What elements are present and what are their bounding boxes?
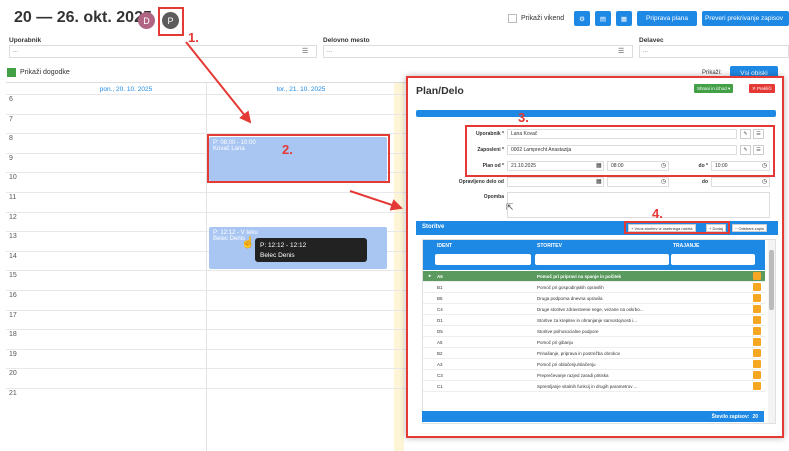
arrow [185,41,252,124]
scrollbar[interactable] [768,240,775,423]
plan-delo-modal: Plan/Delo Shrani in izhod ▾ ✕ Prekliči U… [406,76,784,438]
table-row[interactable]: D1 Storitve za krepitev in ohranjanje sam… [423,315,765,326]
edit-row-icon[interactable] [753,294,761,302]
table-header: IDENT STORITEV TRAJANJE [423,240,765,270]
arrow [349,190,403,211]
opomba-textarea[interactable] [507,192,770,218]
button-label: Odstrani zapis [738,225,765,231]
cell-storitev: Storitve psihosocialne podpore [537,328,599,334]
cell-ident: C4 [437,306,443,312]
cell-ident: C1 [437,383,443,389]
edit-row-icon[interactable] [753,272,761,280]
table-row[interactable]: B2 Prinašanje, priprava in postrežba obro… [423,348,765,359]
count-value: 20 [752,413,758,420]
cell-storitev: Storitve za krepitev in ohranjanje samos… [537,317,638,323]
modal-title: Plan/Delo [416,85,464,97]
filter-trajanje-input[interactable] [671,254,755,265]
table-footer: Število zapisov: 20 [422,411,764,422]
calendar-icon[interactable]: ▦ [596,178,602,185]
edit-row-icon[interactable] [753,305,761,313]
edit-row-icon[interactable] [753,327,761,335]
cell-storitev: Pomoč pri pripravi na spanje in počitek [537,273,622,279]
table-row[interactable]: A5 Pomoč pri gibanju [423,337,765,348]
annotation-box [465,125,775,177]
opravljeno-do-label: do [701,179,708,185]
cell-storitev: Spremljanje vitalnih funkcij in drugih p… [537,383,638,389]
table-row[interactable]: ▸ A6 Pomoč pri pripravi na spanje in počit… [423,271,765,282]
cell-ident: D1 [437,317,443,323]
cell-storitev: Pomoč pri gibanju [537,339,574,345]
cursor-icon: ⇱ [506,202,514,212]
cell-ident: A5 [437,339,443,345]
odstrani-button[interactable]: − Odstrani zapis [732,224,768,232]
table-body: ▸ A6 Pomoč pri pripravi na spanje in počit… [423,271,765,392]
column-header[interactable]: STORITEV [537,243,562,249]
cell-ident: A6 [437,273,443,279]
scrollbar-thumb[interactable] [769,250,774,310]
table-row[interactable]: B5 Druga podporna dnevna opravila [423,293,765,304]
row-marker: ▸ [428,273,432,278]
button-label: Prekliči [757,86,772,91]
table-row[interactable]: C1 Spremljanje vitalnih funkcij in drugih… [423,381,765,392]
button-label: Shrani in izhod [697,86,727,91]
storitve-title: Storitve [422,224,445,230]
annotation-box [624,221,730,234]
cell-ident: B1 [437,284,443,290]
edit-row-icon[interactable] [753,360,761,368]
table-row[interactable]: D5 Storitve psihosocialne podpore [423,326,765,337]
clock-icon[interactable]: ◷ [661,178,666,185]
opravljeno-label: Opravljeno delo od [458,179,504,185]
edit-row-icon[interactable] [753,338,761,346]
clock-icon[interactable]: ◷ [762,178,767,185]
cell-storitev: Druga podporna dnevna opravila [537,295,603,301]
annotation-label: 4. [652,206,663,221]
table-row[interactable]: C3 Preprečevanje razjed zaradi pritiska [423,370,765,381]
storitve-table: IDENT STORITEV TRAJANJE ▸ A6 Pomoč pri pri… [422,239,776,424]
table-row[interactable]: B1 Pomoč pri gospodinjskih opravilih [423,282,765,293]
column-header[interactable]: TRAJANJE [673,243,699,249]
column-header[interactable]: IDENT [437,243,452,249]
filter-storitev-input[interactable] [535,254,669,265]
opravljeno-od-time[interactable] [607,177,669,187]
cell-ident: A3 [437,361,443,367]
table-row[interactable]: A3 Pomoč pri oblačenju/slačenju [423,359,765,370]
cell-storitev: Druge storitve zdravstvene nege, vezane … [537,306,644,312]
section-bar [416,110,776,117]
cell-storitev: Preprečevanje razjed zaradi pritiska [537,372,609,378]
filter-ident-input[interactable] [435,254,531,265]
edit-row-icon[interactable] [753,316,761,324]
cell-ident: C3 [437,372,443,378]
opravljeno-od-date[interactable] [507,177,604,187]
cell-ident: B2 [437,350,443,356]
annotation-label: 3. [518,110,529,125]
cell-storitev: Pomoč pri gospodinjskih opravilih [537,284,604,290]
cell-ident: B5 [437,295,443,301]
opomba-label: Opomba [483,194,504,200]
table-row[interactable]: C4 Druge storitve zdravstvene nege, vezan… [423,304,765,315]
cell-ident: D5 [437,328,443,334]
cell-storitev: Pomoč pri oblačenju/slačenju [537,361,596,367]
edit-row-icon[interactable] [753,371,761,379]
save-exit-button[interactable]: Shrani in izhod ▾ [694,84,734,93]
cancel-button[interactable]: ✕ Prekliči [749,84,775,93]
count-label: Število zapisov: [711,413,750,420]
edit-row-icon[interactable] [753,349,761,357]
cell-storitev: Prinašanje, priprava in postrežba obroko… [537,350,621,356]
edit-row-icon[interactable] [753,283,761,291]
edit-row-icon[interactable] [753,382,761,390]
